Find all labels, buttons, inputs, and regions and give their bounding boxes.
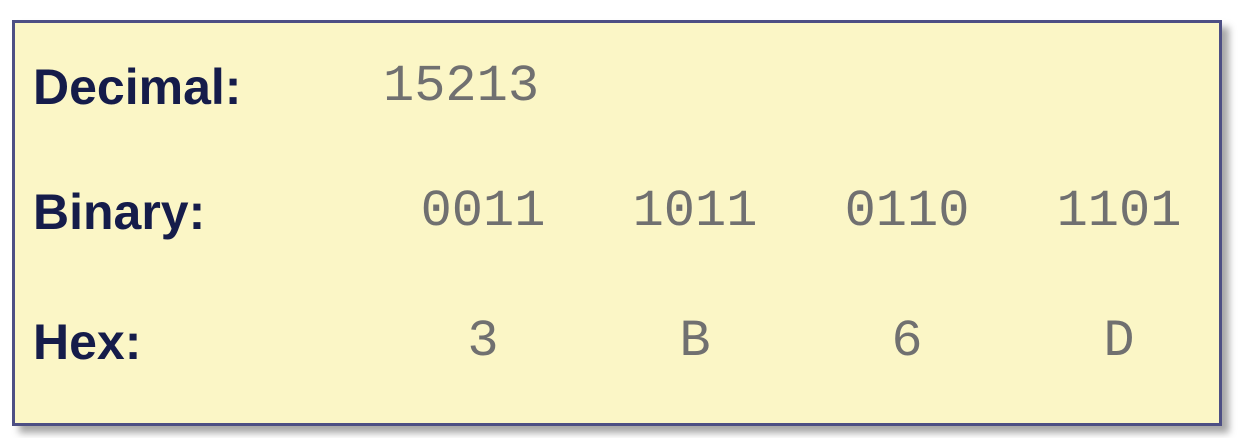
binary-label: Binary:	[33, 184, 206, 240]
hex-label: Hex:	[33, 314, 142, 370]
hex-digit: B	[679, 312, 711, 371]
binary-group: 1011	[632, 182, 758, 241]
number-representation-panel: Decimal: 15213 Binary: 0011 1011 0110 11…	[12, 20, 1222, 426]
binary-group: 0110	[844, 182, 970, 241]
decimal-label: Decimal:	[33, 59, 242, 115]
binary-group: 1101	[1056, 182, 1182, 241]
decimal-row: Decimal: 15213	[15, 47, 1219, 127]
binary-group: 0011	[420, 182, 546, 241]
hex-digit: 6	[891, 312, 923, 371]
decimal-value: 15213	[383, 57, 540, 116]
hex-digit: 3	[467, 312, 499, 371]
hex-digit: D	[1103, 312, 1135, 371]
hex-row: Hex: 3 B 6 D	[15, 302, 1219, 382]
binary-row: Binary: 0011 1011 0110 1101	[15, 172, 1219, 252]
